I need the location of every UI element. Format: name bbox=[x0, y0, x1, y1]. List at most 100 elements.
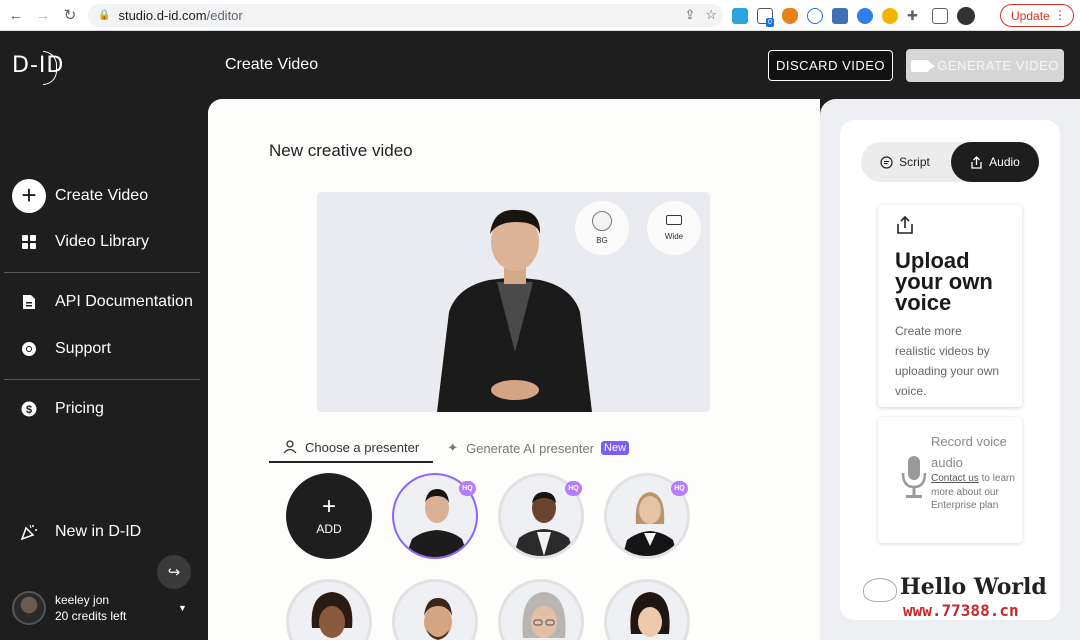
upload-voice-card[interactable]: Upload your own voice Create more realis… bbox=[878, 205, 1022, 407]
avatar bbox=[12, 591, 46, 625]
presenter-thumbnail[interactable] bbox=[604, 579, 690, 640]
forward-arrow-icon[interactable]: → bbox=[32, 4, 54, 26]
bookmark-star-icon[interactable]: ☆ bbox=[705, 7, 717, 23]
sidebar-item-support[interactable]: Support bbox=[12, 340, 111, 358]
party-popper-icon bbox=[12, 523, 46, 541]
presenter-thumbnail[interactable] bbox=[286, 579, 372, 640]
presenter-thumbnail[interactable] bbox=[498, 579, 584, 640]
record-voice-description: Contact us to learn more about our Enter… bbox=[931, 472, 1019, 513]
upload-icon bbox=[897, 215, 913, 234]
sidebar: D-ID + Create Video Video Library API Do… bbox=[0, 31, 208, 640]
lifebuoy-icon bbox=[12, 341, 46, 357]
scan-extension-icon[interactable] bbox=[807, 8, 823, 24]
person-icon bbox=[283, 440, 297, 454]
audio-panel: Script Audio Upload your own voice Creat… bbox=[820, 99, 1080, 640]
sidebar-item-video-library[interactable]: Video Library bbox=[12, 233, 149, 251]
caret-down-icon[interactable]: ▼ bbox=[178, 603, 187, 613]
page-title: Create Video bbox=[225, 56, 319, 73]
profile-avatar-icon[interactable] bbox=[957, 7, 975, 25]
audio-card: Script Audio Upload your own voice Creat… bbox=[840, 120, 1060, 620]
video-preview: BG Wide bbox=[317, 192, 710, 412]
record-voice-card: Record voice audio Contact us to learn m… bbox=[878, 417, 1022, 543]
link-extension-icon[interactable] bbox=[857, 8, 873, 24]
sidebar-item-label: Create Video bbox=[55, 187, 149, 204]
sidebar-item-pricing[interactable]: $ Pricing bbox=[12, 400, 104, 418]
video-title: New creative video bbox=[269, 141, 413, 160]
audio-tab[interactable]: Audio bbox=[951, 142, 1039, 182]
background-button[interactable]: BG bbox=[575, 201, 629, 255]
sidebar-item-new-in-d-id[interactable]: New in D-ID bbox=[12, 523, 141, 541]
browser-toolbar: ← → ↻ 🔒 studio.d-id.com/editor ⇪ ☆ 0 ✚ U… bbox=[0, 0, 1080, 31]
sidebar-item-create-video[interactable]: + Create Video bbox=[12, 179, 148, 213]
upload-voice-description: Create more realistic videos by uploadin… bbox=[895, 324, 1000, 398]
wide-label: Wide bbox=[664, 232, 684, 241]
add-label: ADD bbox=[316, 522, 342, 536]
extensions-bar: 0 ✚ bbox=[732, 7, 975, 27]
wide-button[interactable]: Wide bbox=[647, 201, 701, 255]
puzzle-icon[interactable]: ✚ bbox=[907, 8, 923, 24]
url-host: studio.d-id.com bbox=[118, 8, 207, 23]
upload-icon bbox=[971, 155, 982, 169]
tab-generate-ai-presenter[interactable]: ✦ Generate AI presenter New bbox=[433, 433, 643, 463]
grid-icon bbox=[12, 234, 46, 250]
telegram-extension-icon[interactable] bbox=[732, 8, 748, 24]
background-circle-icon bbox=[592, 211, 612, 231]
tab-choose-presenter[interactable]: Choose a presenter bbox=[269, 433, 434, 463]
add-presenter-button[interactable]: + ADD bbox=[286, 473, 372, 559]
sidebar-item-label: API Documentation bbox=[55, 293, 193, 310]
sidebar-divider bbox=[4, 272, 200, 273]
bolt-extension-icon[interactable] bbox=[882, 8, 898, 24]
presenter-thumbnail[interactable] bbox=[392, 579, 478, 640]
user-name: keeley jon bbox=[55, 593, 110, 607]
record-voice-title: Record voice audio bbox=[931, 434, 1007, 470]
share-page-icon[interactable]: ⇪ bbox=[684, 7, 695, 23]
main-editor: New creative video BG Wide Choose a pres… bbox=[208, 99, 820, 640]
presenter-tabs: Choose a presenter ✦ Generate AI present… bbox=[269, 433, 643, 463]
back-arrow-icon[interactable]: ← bbox=[5, 4, 27, 26]
update-label: Update bbox=[1011, 8, 1050, 23]
new-badge: New bbox=[601, 441, 630, 455]
dollar-extension-icon[interactable] bbox=[832, 8, 848, 24]
hq-badge: HQ bbox=[671, 481, 688, 496]
share-arrow-button[interactable]: ↪ bbox=[157, 555, 191, 589]
audio-label: Audio bbox=[989, 155, 1020, 169]
upload-voice-title: Upload your own voice bbox=[895, 248, 993, 315]
bg-label: BG bbox=[596, 236, 608, 245]
svg-text:$: $ bbox=[26, 404, 32, 416]
script-tab[interactable]: Script bbox=[861, 142, 949, 182]
sidebar-divider bbox=[4, 379, 200, 380]
address-bar[interactable]: 🔒 studio.d-id.com/editor ⇪ ☆ bbox=[88, 4, 723, 27]
hq-badge: HQ bbox=[565, 481, 582, 496]
discard-video-button[interactable]: DISCARD VIDEO bbox=[768, 50, 893, 81]
translate-extension-icon[interactable]: 0 bbox=[757, 8, 774, 27]
microphone-icon bbox=[901, 456, 927, 498]
tab-label: Generate AI presenter bbox=[466, 440, 595, 456]
metamask-extension-icon[interactable] bbox=[782, 8, 798, 24]
sidebar-item-label: New in D-ID bbox=[55, 523, 142, 540]
watermark-logo-icon bbox=[863, 578, 897, 602]
watermark-title: Hello World bbox=[900, 574, 1047, 600]
sidebar-item-label: Support bbox=[55, 340, 112, 357]
plus-icon: + bbox=[321, 493, 336, 520]
share-arrow-icon: ↪ bbox=[167, 564, 181, 581]
hq-badge: HQ bbox=[459, 481, 476, 496]
aspect-ratio-icon bbox=[666, 215, 682, 225]
sidebar-item-api-documentation[interactable]: API Documentation bbox=[12, 293, 193, 311]
sparkle-icon: ✦ bbox=[447, 440, 459, 455]
video-camera-icon bbox=[911, 59, 936, 72]
user-profile[interactable]: keeley jon 20 credits left bbox=[12, 591, 126, 625]
contact-us-link[interactable]: Contact us bbox=[931, 473, 979, 484]
watermark-url: www.77388.cn bbox=[903, 601, 1019, 620]
update-button[interactable]: Update ⋮ bbox=[1000, 4, 1074, 27]
generate-video-label: GENERATE VIDEO bbox=[937, 58, 1059, 73]
document-icon bbox=[12, 294, 46, 310]
dollar-icon: $ bbox=[12, 401, 46, 417]
generate-video-button[interactable]: GENERATE VIDEO bbox=[906, 49, 1064, 82]
tab-label: Choose a presenter bbox=[305, 439, 420, 455]
sidebar-item-label: Video Library bbox=[55, 233, 149, 250]
plus-circle-icon: + bbox=[12, 179, 46, 213]
lock-icon: 🔒 bbox=[98, 10, 111, 21]
chat-bubble-icon bbox=[880, 155, 893, 169]
sidepanel-icon[interactable] bbox=[932, 8, 948, 24]
reload-icon[interactable]: ↻ bbox=[59, 4, 81, 26]
